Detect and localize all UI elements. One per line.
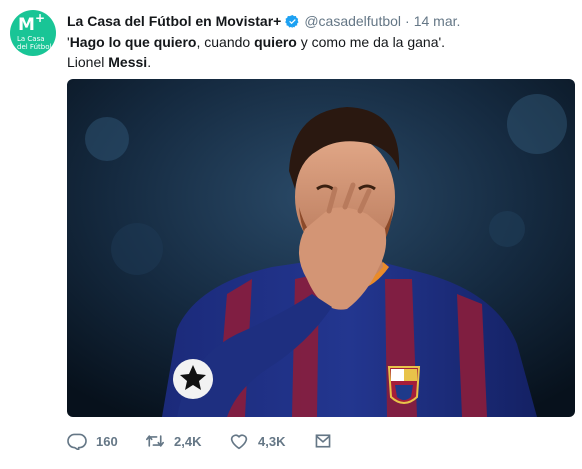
like-button[interactable]: 4,3K [229,432,313,450]
tweet-photo[interactable] [67,79,575,417]
fc-barcelona-crest-icon [387,366,421,404]
tweet-header: La Casa del Fútbol en Movistar+ @casadel… [67,12,460,30]
tweet[interactable]: M + La Casa del Fútbol La Casa del Fútbo… [0,0,582,469]
retweet-icon [146,435,164,447]
movistar-logo-icon: M [18,15,35,35]
tweet-bold-2: quiero [254,34,297,50]
tweet-plain-4: . [147,54,152,70]
tweet-plain-1: , cuando [196,34,255,50]
player-photo [67,79,575,417]
tweet-text: 'Hago lo que quiero, cuando quiero y com… [67,32,567,72]
reply-button[interactable]: 160 [67,432,145,450]
handle[interactable]: @casadelfutbol [304,13,401,29]
retweet-count: 2,4K [174,433,202,449]
avatar-brand-line-2: del Fútbol [17,43,52,51]
verified-badge-icon [285,14,299,28]
tweet-bold-1: Hago lo que quiero [69,34,197,50]
tweet-text-line-1: 'Hago lo que quiero, cuando quiero y com… [67,32,567,52]
champions-league-starball-icon [173,359,213,399]
tweet-date[interactable]: 14 mar. [414,13,461,29]
header-separator: · [405,13,410,29]
tweet-plain-3: Lionel [67,54,109,70]
display-name[interactable]: La Casa del Fútbol en Movistar+ [67,13,281,29]
direct-message-button[interactable] [313,432,343,450]
tweet-bold-3: Messi [108,54,148,70]
reply-count: 160 [96,433,118,449]
like-count: 4,3K [258,433,286,449]
avatar-brand-line-1: La Casa [17,35,45,43]
retweet-button[interactable]: 2,4K [145,432,229,450]
reply-icon [67,433,87,450]
plus-icon: + [35,11,46,25]
heart-icon [230,434,248,450]
tweet-actions: 160 2,4K 4,3K [67,430,343,452]
tweet-plain-2: y como me da la gana'. [296,34,446,50]
avatar[interactable]: M + La Casa del Fútbol [10,10,56,56]
envelope-icon [315,434,331,448]
tweet-text-line-2: Lionel Messi. [67,52,567,72]
